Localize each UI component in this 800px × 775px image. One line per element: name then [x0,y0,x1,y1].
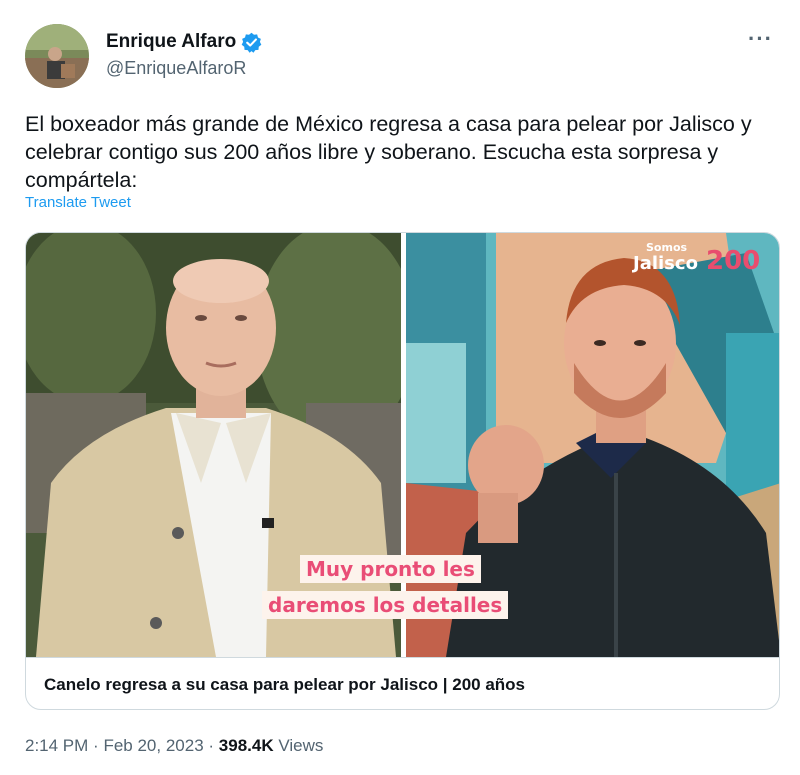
author-display-name[interactable]: Enrique Alfaro [106,31,236,53]
logo-main-text: Jalisco [631,253,698,274]
author-avatar[interactable] [25,24,89,88]
tweet-date[interactable]: Feb 20, 2023 [103,736,203,755]
verified-badge-icon [241,32,262,53]
author-name-row: Enrique Alfaro [106,31,262,53]
more-options-icon[interactable]: ··· [748,26,773,52]
translate-tweet-link[interactable]: Translate Tweet [25,194,131,211]
views-label: Views [278,736,324,755]
overlay-text-line1: Muy pronto les [300,555,481,583]
overlay-text-line2: daremos los detalles [262,591,509,619]
meta-separator: · [208,736,215,755]
logo-number-text: 200 [706,246,760,276]
video-card[interactable]: Somos Jalisco 200 Muy pronto les daremos… [25,232,780,710]
tweet-meta: 2:14 PM · Feb 20, 2023 · 398.4K Views [25,736,323,756]
meta-separator: · [93,736,99,755]
tweet: Enrique Alfaro @EnriqueAlfaroR ··· El bo… [0,0,800,775]
author-handle[interactable]: @EnriqueAlfaroR [106,58,246,79]
views-count[interactable]: 398.4K [219,736,274,755]
card-title[interactable]: Canelo regresa a su casa para pelear por… [26,657,779,709]
tweet-time[interactable]: 2:14 PM [25,736,88,755]
tweet-text: El boxeador más grande de México regresa… [25,112,752,192]
